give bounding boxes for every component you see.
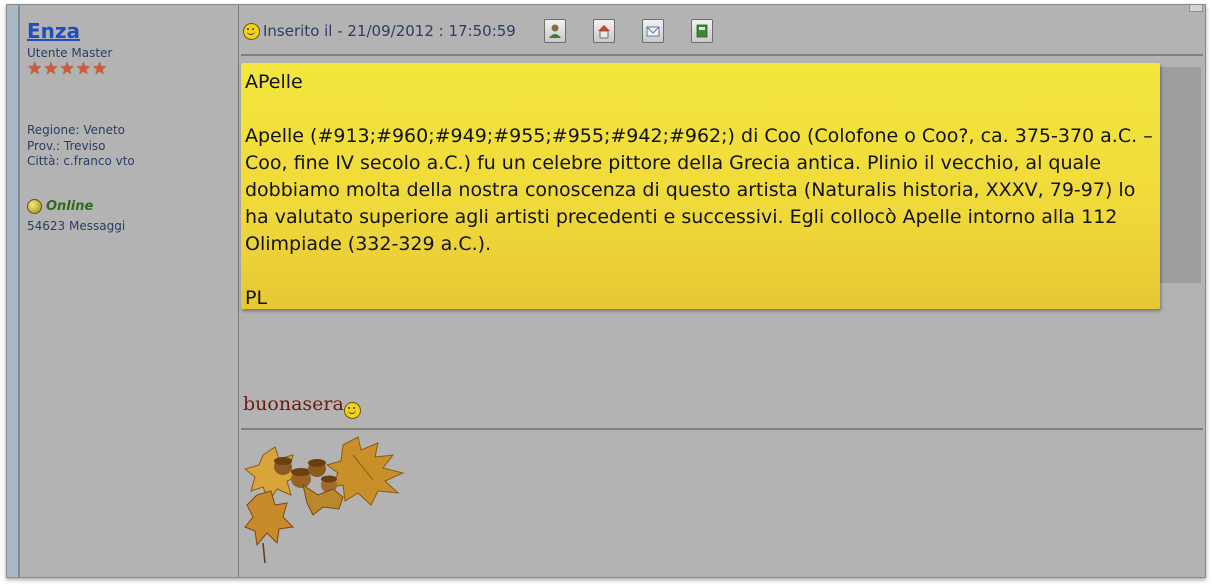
yellow-note-box: APelle Apelle (#913;#960;#949;#955;#955;… xyxy=(241,63,1160,309)
greeting-line: buonasera xyxy=(243,393,361,419)
author-message-count: 54623 Messaggi xyxy=(27,219,126,233)
left-border xyxy=(7,5,20,577)
online-status-icon xyxy=(27,199,42,214)
author-city: Città: c.franco vto xyxy=(27,154,135,168)
author-panel: Enza Utente Master ★ ★ ★ ★ ★ Regione: Ve… xyxy=(22,5,239,577)
author-province: Prov.: Treviso xyxy=(27,139,106,153)
home-icon[interactable] xyxy=(592,19,615,43)
smiley-icon xyxy=(343,402,361,419)
note-body: Apelle (#913;#960;#949;#955;#955;#942;#9… xyxy=(245,125,1153,255)
greeting-text: buonasera xyxy=(243,393,344,415)
note-title: APelle xyxy=(245,71,303,93)
star-icon: ★ xyxy=(59,59,75,79)
star-icon: ★ xyxy=(92,59,108,79)
smiley-icon xyxy=(243,22,260,40)
online-status-label: Online xyxy=(46,199,94,214)
profile-icon[interactable] xyxy=(543,19,566,43)
email-icon[interactable] xyxy=(641,19,664,43)
author-region: Regione: Veneto xyxy=(27,123,126,137)
star-icon: ★ xyxy=(43,59,59,79)
post-toolbar xyxy=(543,19,713,43)
post-header: Inserito il - 21/09/2012 : 17:50:59 xyxy=(243,19,713,43)
note-signature: PL xyxy=(245,287,268,309)
post-timestamp: Inserito il - 21/09/2012 : 17:50:59 xyxy=(263,22,516,40)
author-rank: Utente Master xyxy=(27,46,113,60)
edit-icon[interactable] xyxy=(690,19,713,43)
forum-post-frame: Enza Utente Master ★ ★ ★ ★ ★ Regione: Ve… xyxy=(6,4,1206,578)
online-status: Online xyxy=(27,199,93,214)
star-icon: ★ xyxy=(75,59,91,79)
header-divider xyxy=(241,54,1203,56)
post-content: Inserito il - 21/09/2012 : 17:50:59 APel… xyxy=(239,5,1205,577)
rank-stars: ★ ★ ★ ★ ★ xyxy=(27,61,107,78)
autumn-leaves-image xyxy=(243,435,423,574)
star-icon: ★ xyxy=(27,59,43,79)
author-name-link[interactable]: Enza xyxy=(27,19,80,43)
signature-divider xyxy=(241,428,1203,430)
